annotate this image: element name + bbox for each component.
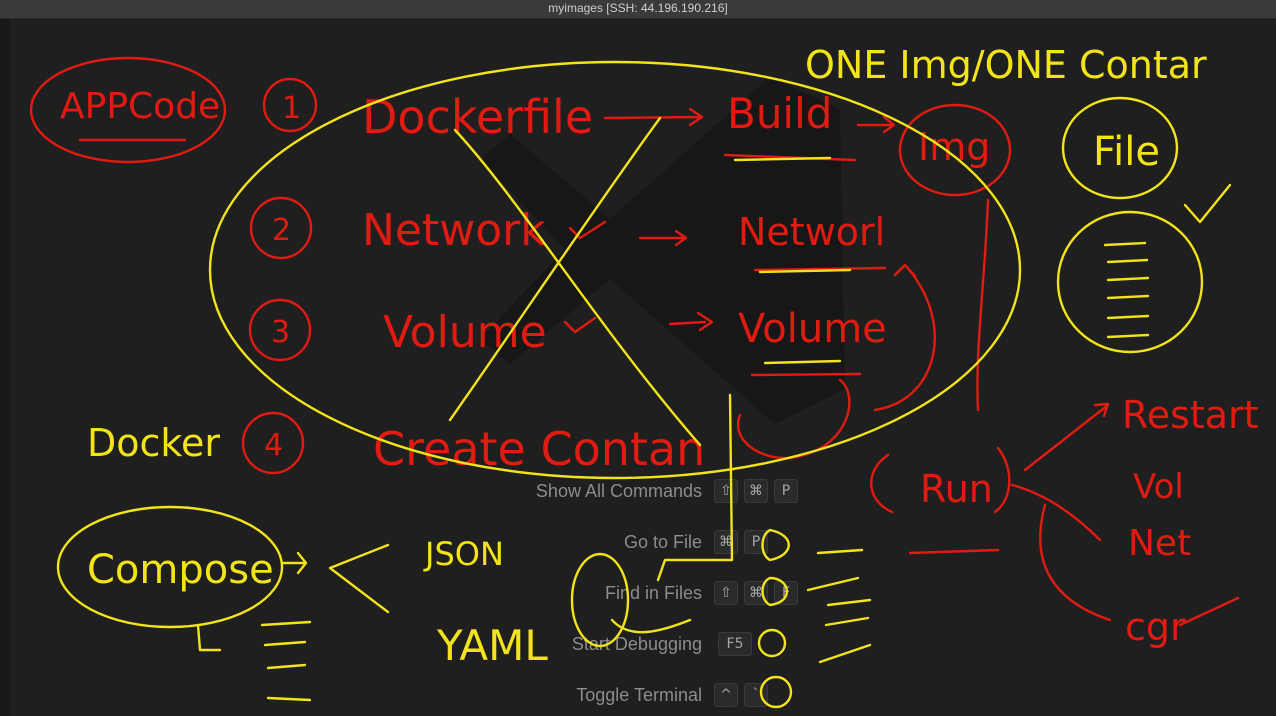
command-find-in-files[interactable]: Find in Files ⇧ ⌘ F — [430, 581, 810, 605]
shift-key: ⇧ — [714, 581, 738, 605]
window-title: myimages [SSH: 44.196.190.216] — [548, 1, 728, 15]
command-label: Toggle Terminal — [576, 685, 702, 705]
command-toggle-terminal[interactable]: Toggle Terminal ^ ` — [430, 683, 810, 707]
command-show-all[interactable]: Show All Commands ⇧ ⌘ P — [430, 479, 810, 503]
backtick-key: ` — [744, 683, 768, 707]
command-label: Go to File — [623, 532, 702, 552]
title-bar: myimages [SSH: 44.196.190.216] — [0, 0, 1276, 19]
command-label: Start Debugging — [571, 634, 702, 654]
cmd-key: ⌘ — [744, 581, 768, 605]
command-label: Show All Commands — [535, 481, 702, 501]
cmd-key: ⌘ — [744, 479, 768, 503]
cmd-key: ⌘ — [714, 530, 738, 554]
command-label: Find in Files — [604, 583, 702, 603]
shift-key: ⇧ — [714, 479, 738, 503]
editor-area: Show All Commands ⇧ ⌘ P Go to File ⌘ P F… — [10, 19, 1276, 716]
p-key: P — [774, 479, 798, 503]
f5-key: F5 — [718, 632, 752, 656]
vscode-logo-watermark — [480, 77, 845, 424]
f-key: F — [774, 581, 798, 605]
activity-edge — [0, 19, 10, 716]
ctrl-key: ^ — [714, 683, 738, 707]
command-start-debugging[interactable]: Start Debugging F5 — [430, 632, 810, 656]
command-go-to-file[interactable]: Go to File ⌘ P — [430, 530, 810, 554]
p-key: P — [744, 530, 768, 554]
